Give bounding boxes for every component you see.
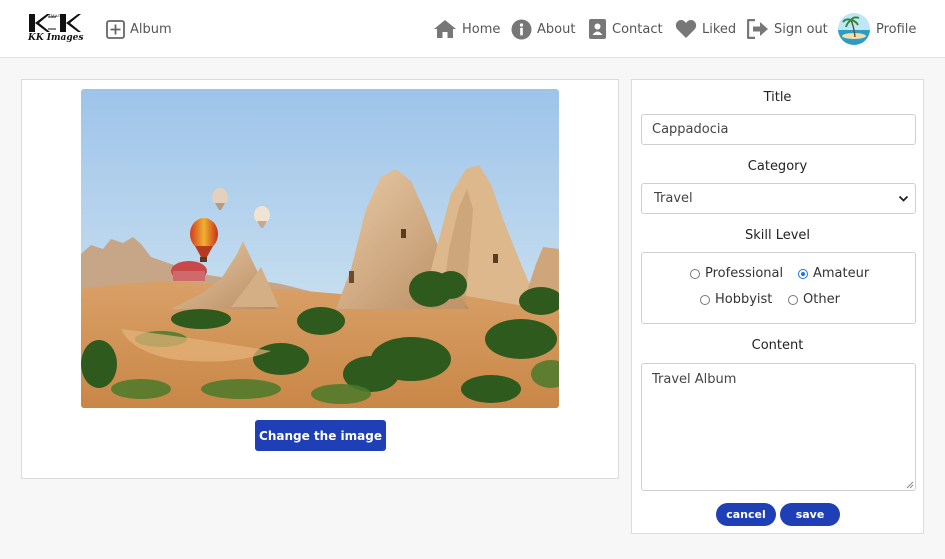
contact-book-icon (589, 19, 606, 39)
content-textarea[interactable]: Travel Album (641, 363, 916, 491)
nav-home-label: Home (462, 21, 501, 37)
skill-level-group: Professional Amateur Hobbyist Other (641, 252, 916, 324)
title-input[interactable]: Cappadocia (641, 114, 916, 145)
radio-professional[interactable] (690, 268, 700, 279)
nav-about-label: About (537, 21, 576, 37)
category-selected-value: Travel (654, 191, 693, 206)
skill-option-professional[interactable]: Professional (690, 266, 783, 281)
home-icon (434, 20, 456, 38)
nav-profile-label: Profile (876, 21, 917, 37)
skill-option-label: Hobbyist (715, 292, 773, 307)
top-navigation-bar: IMAGES KK Images Album Home About Contac… (0, 0, 945, 58)
nav-liked[interactable]: Liked (675, 16, 736, 42)
nav-sign-out[interactable]: Sign out (747, 16, 828, 42)
image-preview-card: Change the image (21, 79, 619, 479)
skill-option-label: Amateur (813, 266, 870, 281)
nav-profile[interactable]: Profile (838, 13, 916, 45)
nav-contact[interactable]: Contact (588, 16, 663, 42)
category-label: Category (747, 159, 808, 174)
skill-option-amateur[interactable]: Amateur (798, 266, 869, 281)
album-label: Album (130, 21, 172, 37)
heart-icon (675, 20, 697, 38)
save-button[interactable]: save (780, 503, 840, 526)
avatar (838, 13, 870, 45)
category-select[interactable]: Travel (641, 183, 916, 214)
skill-level-label: Skill Level (744, 228, 811, 243)
logo-brand-text: KK Images (28, 33, 84, 43)
album-edit-form: Title Cappadocia Category Travel Skill L… (631, 79, 924, 534)
skill-option-label: Other (803, 292, 840, 307)
content-value: Travel Album (652, 372, 737, 387)
skill-option-hobbyist[interactable]: Hobbyist (700, 292, 772, 307)
sign-out-icon (747, 19, 768, 39)
cancel-button[interactable]: cancel (716, 503, 776, 526)
album-link[interactable]: Album (106, 16, 172, 42)
info-icon (511, 19, 532, 39)
content-label: Content (751, 338, 804, 353)
album-photo (81, 89, 559, 408)
nav-contact-label: Contact (612, 21, 663, 37)
nav-liked-label: Liked (702, 21, 737, 37)
radio-amateur[interactable] (798, 268, 808, 279)
skill-option-other[interactable]: Other (788, 292, 840, 307)
radio-hobbyist[interactable] (700, 294, 710, 305)
change-image-button[interactable]: Change the image (255, 420, 386, 451)
radio-other[interactable] (788, 294, 798, 305)
nav-home[interactable]: Home (433, 16, 500, 42)
title-label: Title (763, 90, 792, 105)
resize-grip-icon[interactable] (905, 480, 914, 489)
skill-option-label: Professional (705, 266, 784, 281)
nav-about[interactable]: About (511, 16, 575, 42)
chevron-down-icon (898, 195, 909, 202)
logo-small-text: IMAGES (49, 13, 67, 18)
nav-sign-out-label: Sign out (774, 21, 828, 37)
plus-square-icon (106, 19, 125, 39)
site-logo[interactable]: IMAGES KK Images (26, 12, 84, 46)
